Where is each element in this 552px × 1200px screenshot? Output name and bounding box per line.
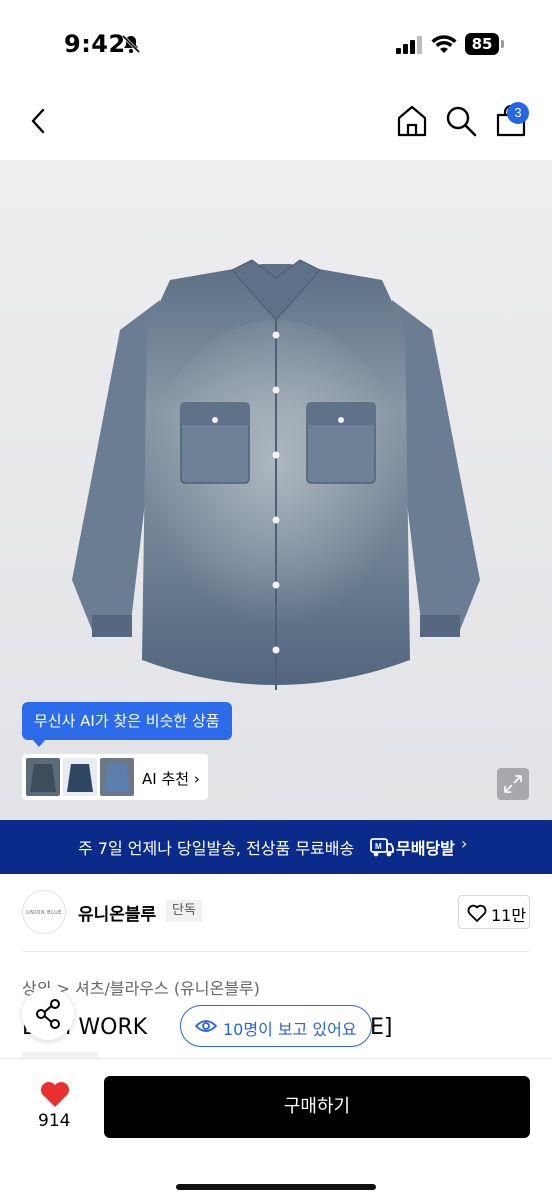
heart-filled-icon[interactable] (39, 1080, 71, 1108)
chevron-right-icon: › (461, 834, 468, 853)
recommend-thumb-2[interactable] (63, 758, 97, 796)
ai-label-text: AI 추천 (142, 770, 190, 788)
ai-recommend-tooltip[interactable]: 무신사 AI가 찾은 비슷한 상품 (22, 702, 232, 740)
chevron-right-icon: › (193, 770, 200, 788)
exclusive-badge: 단독 (166, 900, 202, 922)
svg-text:M: M (375, 842, 382, 851)
share-icon (36, 999, 60, 1029)
expand-icon (504, 775, 522, 793)
wifi-icon (431, 35, 457, 53)
ai-recommend-card[interactable]: AI 추천 › (22, 754, 208, 800)
tooltip-arrow (32, 739, 46, 747)
brand-name[interactable]: 유니온블루 (78, 900, 156, 925)
product-title-tail: E] (370, 1015, 393, 1040)
promo-brand: 무배당발 (396, 839, 455, 858)
brand-like-button[interactable]: 11만 (458, 895, 530, 929)
brand-logo[interactable]: UNION BLUE (22, 890, 66, 934)
brand-like-count: 11만 (491, 906, 527, 925)
recommend-thumb-1[interactable] (26, 758, 60, 796)
like-count: 914 (38, 1111, 71, 1131)
divider (22, 951, 530, 952)
expand-image-button[interactable] (497, 768, 529, 800)
promo-text: 주 7일 언제나 당일발송, 전상품 무료배송 (78, 839, 355, 858)
signal-icon (396, 36, 422, 54)
delivery-truck-icon: M (370, 838, 394, 857)
back-icon[interactable] (22, 104, 56, 138)
home-icon[interactable] (395, 104, 429, 138)
viewers-text: 10명이 보고 있어요 (223, 1020, 357, 1039)
battery-level: 85 (465, 33, 499, 55)
status-bar: 9:42 85 (0, 0, 552, 90)
buy-button[interactable]: 구매하기 (104, 1076, 530, 1138)
search-icon[interactable] (444, 104, 478, 138)
home-indicator (176, 1184, 376, 1190)
recommend-thumb-3[interactable] (100, 758, 134, 796)
battery-icon: 85 (465, 33, 505, 55)
viewers-pill: 10명이 보고 있어요 (180, 1005, 372, 1047)
free-shipping-banner[interactable]: 주 7일 언제나 당일발송, 전상품 무료배송 M 무배당발 › (0, 820, 552, 874)
ai-recommend-label: AI 추천 › (142, 768, 200, 789)
battery-cap (501, 40, 504, 48)
share-button[interactable] (22, 988, 74, 1040)
cart-count-badge: 3 (507, 102, 529, 124)
bell-slash-icon (121, 34, 141, 54)
heart-outline-icon (467, 904, 487, 922)
eye-icon (195, 1020, 217, 1032)
status-time: 9:42 (64, 30, 126, 58)
